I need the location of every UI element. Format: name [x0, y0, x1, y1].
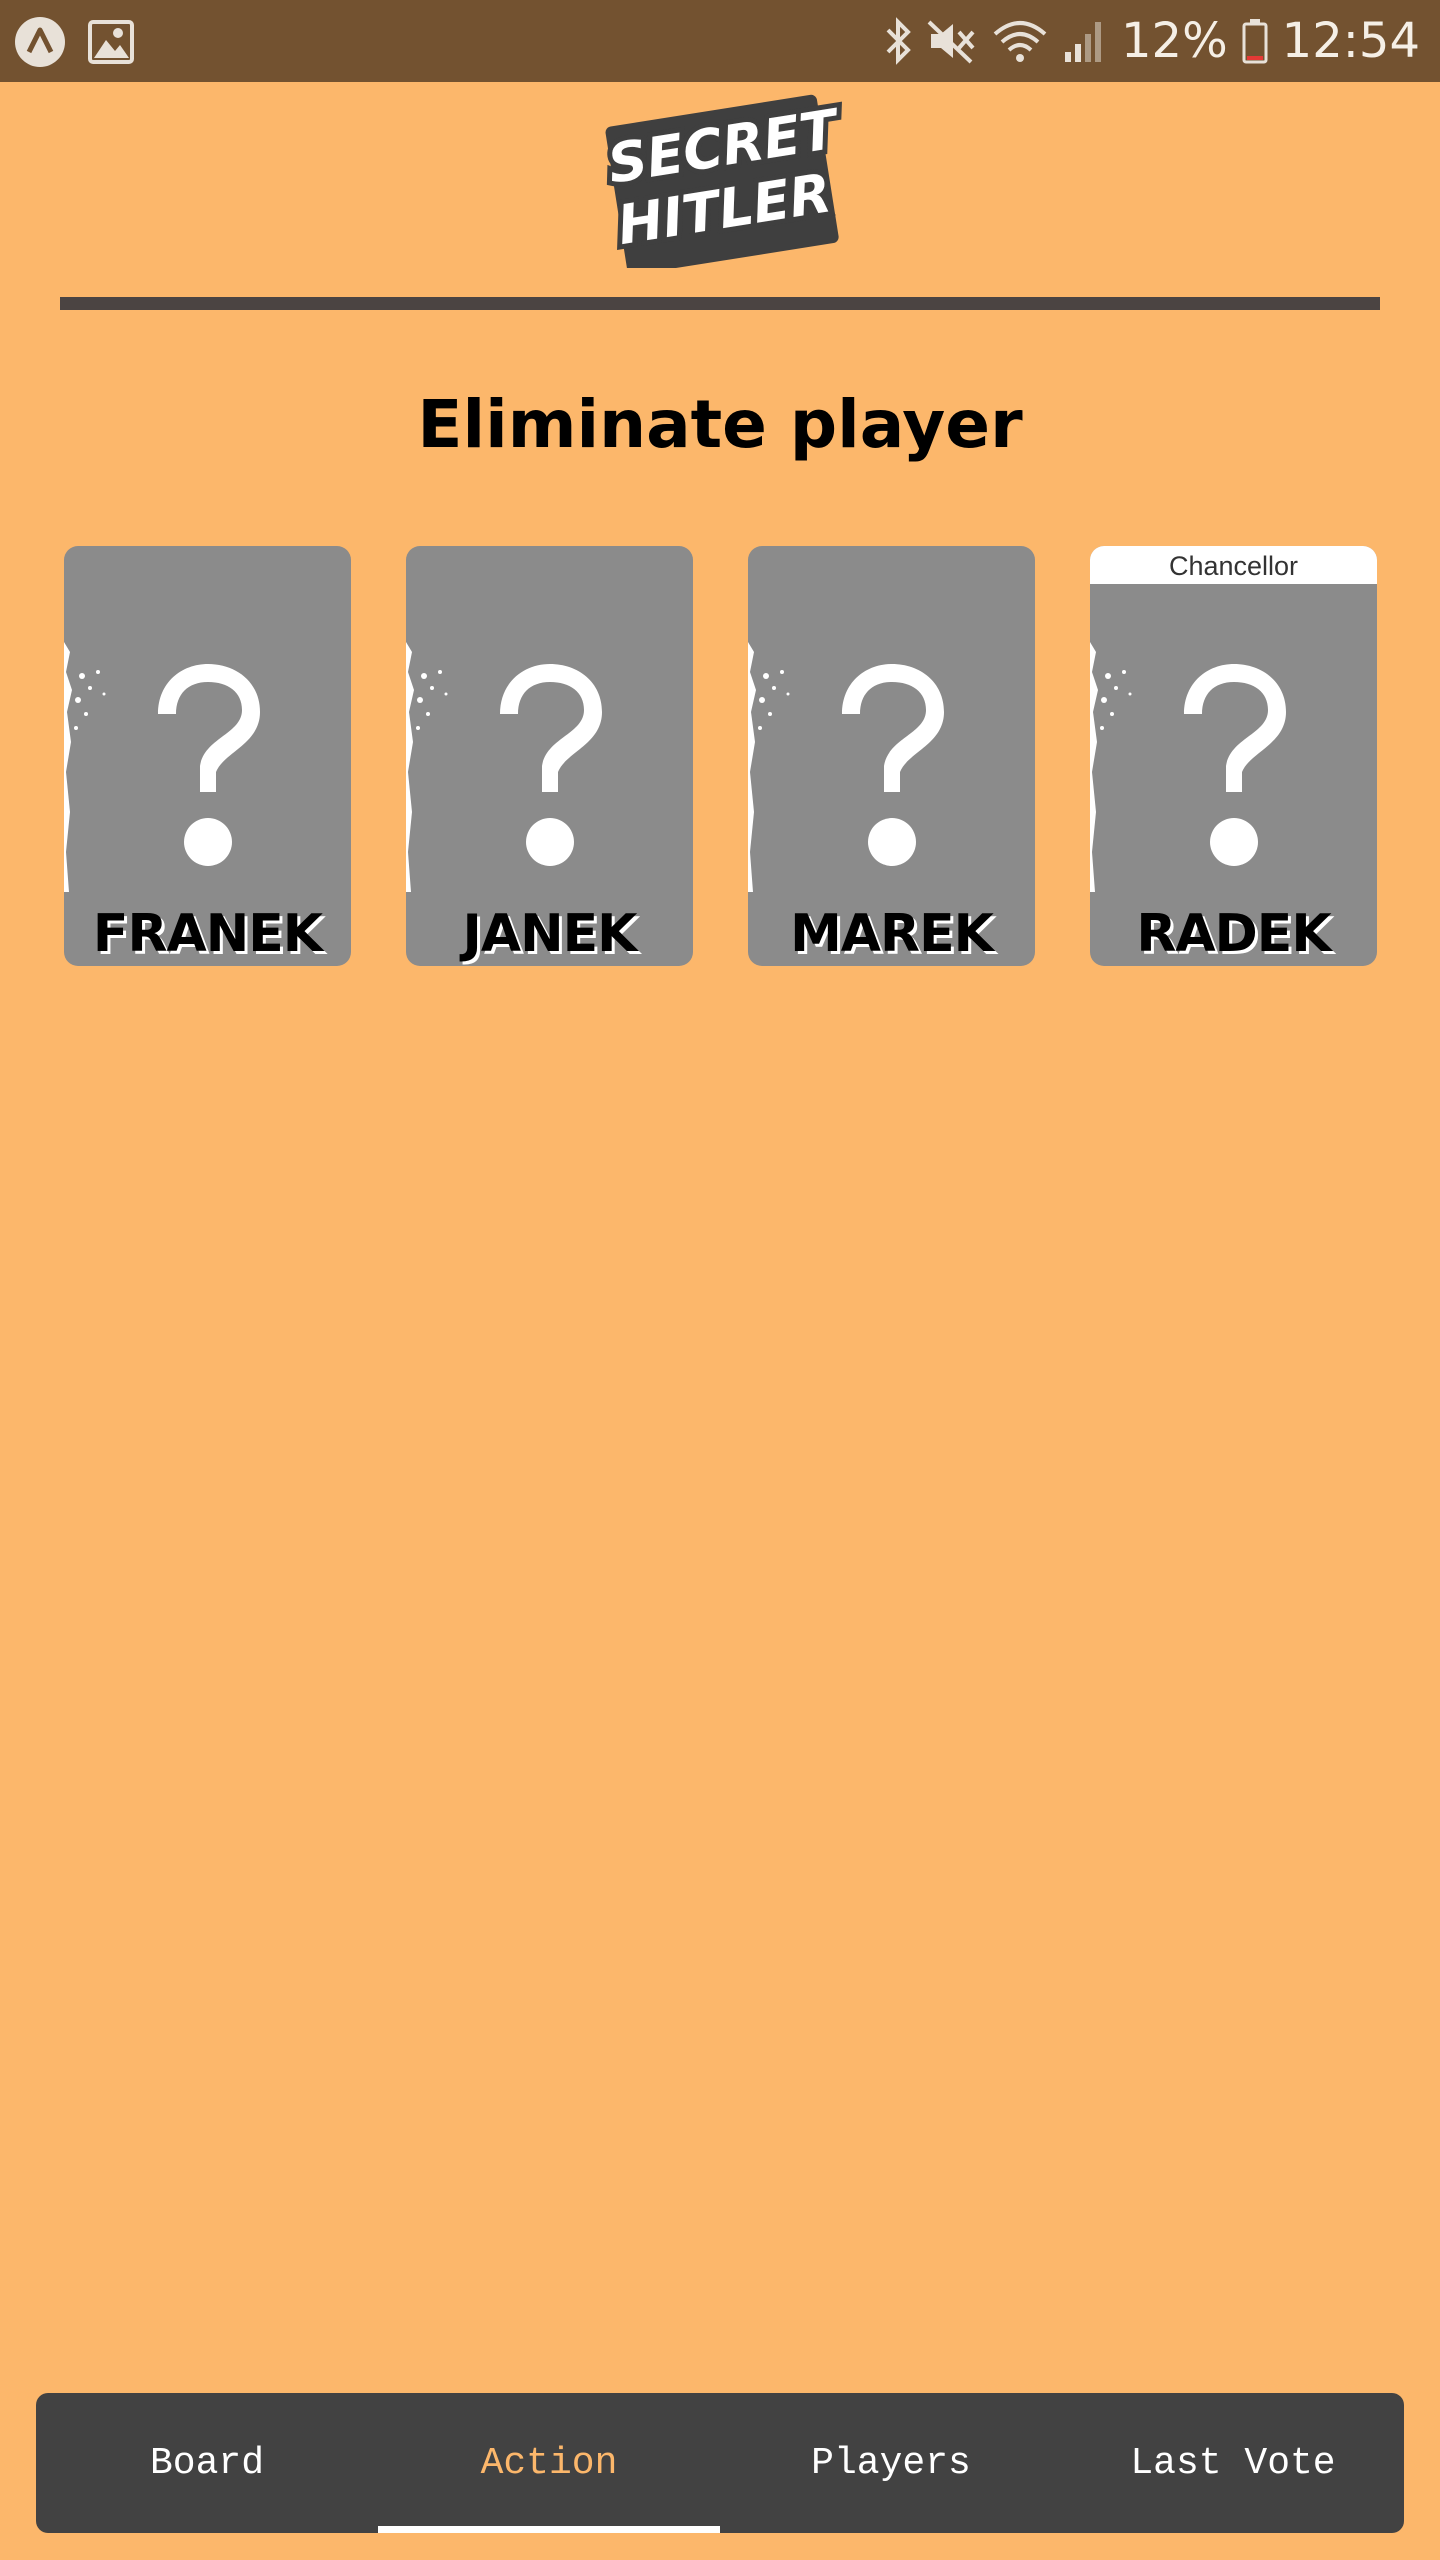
tab-last-vote[interactable]: Last Vote — [1062, 2393, 1404, 2533]
cell-signal-icon — [1064, 22, 1101, 62]
player-name: JANEK — [462, 904, 638, 964]
chancellor-badge: Chancellor — [1090, 546, 1377, 584]
question-mark-icon — [158, 664, 260, 866]
player-name: MAREK — [790, 904, 994, 964]
player-card-radek[interactable]: Chancellor RADEK — [1090, 546, 1377, 966]
page-title: Eliminate player — [417, 386, 1023, 463]
question-mark-icon — [500, 664, 602, 866]
tab-action[interactable]: Action — [378, 2393, 720, 2533]
tab-board[interactable]: Board — [36, 2393, 378, 2533]
question-mark-icon — [842, 664, 944, 866]
splatter-decoration — [1090, 642, 1132, 892]
tab-players[interactable]: Players — [720, 2393, 1062, 2533]
secret-hitler-logo: SECRET SECRET HITLER HITLER — [599, 92, 850, 268]
splatter-decoration — [748, 642, 790, 892]
clock: 12:54 — [1281, 13, 1420, 69]
bottom-tab-bar: Board Action Players Last Vote — [36, 2393, 1404, 2533]
mute-icon — [927, 20, 975, 64]
question-mark-icon — [1184, 664, 1286, 866]
splatter-decoration — [406, 642, 448, 892]
battery-percentage: 12% — [1120, 13, 1228, 69]
splatter-decoration — [64, 642, 106, 892]
bluetooth-icon — [886, 17, 911, 65]
image-notification-icon — [88, 20, 134, 64]
player-card-marek[interactable]: MAREK — [748, 546, 1035, 966]
app-notification-icon — [15, 17, 65, 67]
player-name: RADEK — [1136, 904, 1331, 964]
player-card-franek[interactable]: FRANEK — [64, 546, 351, 966]
battery-icon — [1242, 19, 1268, 64]
header-divider — [60, 297, 1380, 310]
wifi-icon — [993, 21, 1047, 62]
player-card-janek[interactable]: JANEK — [406, 546, 693, 966]
status-bar: 12% 12:54 — [0, 0, 1440, 82]
player-name: FRANEK — [92, 904, 323, 964]
